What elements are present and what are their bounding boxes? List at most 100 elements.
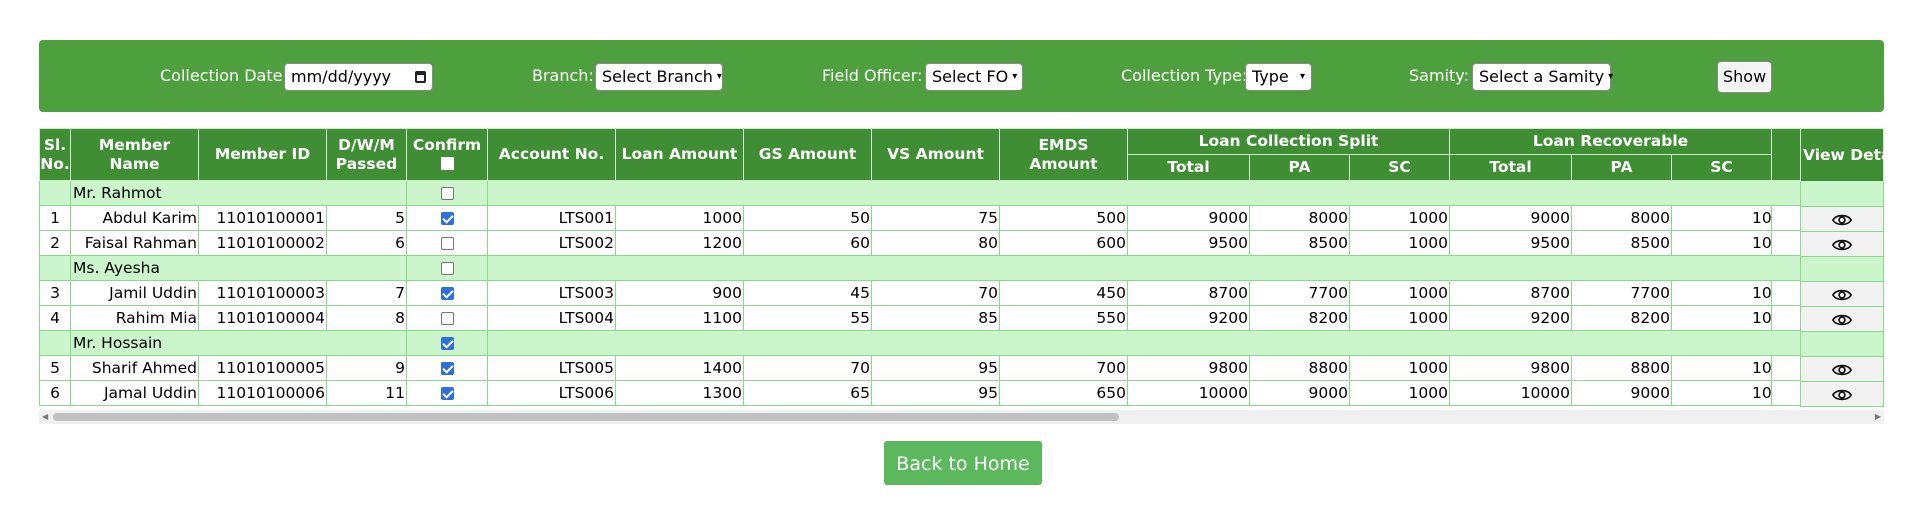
row-confirm-checkbox[interactable] <box>440 387 454 400</box>
row-passed: 8 <box>326 305 407 331</box>
row-passed: 6 <box>326 230 407 256</box>
row-emds-amount: 650 <box>999 380 1128 406</box>
view-details-button[interactable] <box>1800 381 1884 407</box>
row-vs-amount: 70 <box>871 280 1000 306</box>
row-member-id: 11010100002 <box>198 230 327 256</box>
view-row <box>1800 306 1884 332</box>
table-body: Mr. Rahmot 1 Abdul Karim 11010100001 5 LTS001… <box>39 180 1884 406</box>
group-spacer <box>39 255 71 281</box>
row-split-pa: 8800 <box>1249 355 1350 381</box>
col-group-collection-split: Loan Collection Split <box>1127 128 1450 155</box>
row-split-pa: 9000 <box>1249 380 1350 406</box>
row-gs-amount: 50 <box>743 205 872 231</box>
horizontal-scrollbar[interactable]: ◀ ▶ <box>39 410 1884 424</box>
row-rec-sc: 100 <box>1670 230 1773 256</box>
row-account-no: LTS001 <box>487 205 616 231</box>
view-details-body <box>1800 181 1884 407</box>
samity-select[interactable]: Select a Samity ▾ <box>1472 63 1613 91</box>
show-button[interactable]: Show <box>1717 61 1773 93</box>
row-gs-amount: 55 <box>743 305 872 331</box>
row-confirm-checkbox[interactable] <box>440 287 454 300</box>
view-details-button[interactable] <box>1800 281 1884 307</box>
row-rec-total: 10000 <box>1449 380 1572 406</box>
row-rec-pa: 8000 <box>1571 205 1672 231</box>
group-row: Mr. Rahmot <box>39 180 1884 206</box>
col-emds-amount: EMDS Amount <box>999 128 1128 181</box>
view-details-button[interactable] <box>1800 306 1884 332</box>
row-split-sc: 1000 <box>1349 355 1450 381</box>
collection-type-select[interactable]: Type ▾ <box>1245 63 1312 91</box>
row-confirm-checkbox[interactable] <box>440 212 454 225</box>
row-sl: 5 <box>39 355 71 381</box>
row-sl: 6 <box>39 380 71 406</box>
row-vs-amount: 95 <box>871 355 1000 381</box>
back-to-home-button[interactable]: Back to Home <box>884 441 1042 485</box>
row-member-name: Sharif Ahmed <box>70 355 199 381</box>
row-confirm-checkbox[interactable] <box>440 312 454 325</box>
row-confirm-checkbox[interactable] <box>440 362 454 375</box>
view-group-row <box>1800 331 1884 357</box>
row-emds-amount: 550 <box>999 305 1128 331</box>
eye-icon <box>1832 289 1852 300</box>
group-confirm-checkbox[interactable] <box>440 262 454 275</box>
field-officer-select[interactable]: Select FO ▾ <box>925 63 1023 91</box>
chevron-down-icon: ▾ <box>716 71 722 82</box>
row-emds-amount: 450 <box>999 280 1128 306</box>
view-details-button[interactable] <box>1800 231 1884 257</box>
eye-icon <box>1832 389 1852 400</box>
row-loan-amount: 1300 <box>615 380 744 406</box>
col-rec-sc: SC <box>1670 154 1773 181</box>
confirm-all-checkbox[interactable] <box>440 156 454 170</box>
view-row <box>1800 281 1884 307</box>
row-rec-sc: 100 <box>1670 205 1773 231</box>
row-confirm-cell <box>406 280 488 306</box>
col-gs-amount: GS Amount <box>743 128 872 181</box>
samity-label: Samity: <box>1409 66 1469 85</box>
col-member-id: Member ID <box>198 128 327 181</box>
row-loan-amount: 900 <box>615 280 744 306</box>
collection-table: Sl. No. Member Name Member ID D/W/M Pass… <box>39 128 1884 406</box>
row-member-name: Rahim Mia <box>70 305 199 331</box>
row-gs-amount: 65 <box>743 380 872 406</box>
collection-date-input[interactable]: mm/dd/yyyy <box>284 63 433 91</box>
row-account-no: LTS004 <box>487 305 616 331</box>
scrollbar-thumb[interactable] <box>53 413 1119 421</box>
calendar-icon[interactable] <box>415 71 426 83</box>
group-confirm-checkbox[interactable] <box>440 337 454 350</box>
scroll-right-icon[interactable]: ▶ <box>1875 412 1881 421</box>
row-split-pa: 7700 <box>1249 280 1350 306</box>
row-sl: 3 <box>39 280 71 306</box>
row-account-no: LTS005 <box>487 355 616 381</box>
row-vs-amount: 85 <box>871 305 1000 331</box>
row-passed: 5 <box>326 205 407 231</box>
group-name: Ms. Ayesha <box>70 255 407 281</box>
view-details-button[interactable] <box>1800 356 1884 382</box>
row-member-name: Jamal Uddin <box>70 380 199 406</box>
view-row <box>1800 206 1884 232</box>
collection-date-label: Collection Date: <box>160 66 288 85</box>
col-group-recoverable: Loan Recoverable <box>1448 128 1773 155</box>
group-confirm-checkbox[interactable] <box>440 187 454 200</box>
group-confirm-cell <box>406 180 488 206</box>
row-rec-pa: 8800 <box>1571 355 1672 381</box>
view-group-spacer <box>1800 181 1884 207</box>
col-split-sc: SC <box>1349 154 1450 181</box>
row-passed: 11 <box>326 380 407 406</box>
group-spacer <box>39 180 71 206</box>
group-confirm-cell <box>406 330 488 356</box>
group-fill <box>486 180 1884 206</box>
scroll-left-icon[interactable]: ◀ <box>42 412 48 421</box>
chevron-down-icon: ▾ <box>1299 71 1305 82</box>
group-fill <box>486 255 1884 281</box>
row-emds-amount: 600 <box>999 230 1128 256</box>
row-sl: 1 <box>39 205 71 231</box>
row-gs-amount: 60 <box>743 230 872 256</box>
row-split-pa: 8500 <box>1249 230 1350 256</box>
row-confirm-checkbox[interactable] <box>440 237 454 250</box>
table-row: 5 Sharif Ahmed 11010100005 9 LTS005 1400 70 95 7… <box>39 355 1884 381</box>
branch-select[interactable]: Select Branch ▾ <box>595 63 723 91</box>
row-rec-pa: 8500 <box>1571 230 1672 256</box>
view-details-button[interactable] <box>1800 206 1884 232</box>
row-rec-pa: 8200 <box>1571 305 1672 331</box>
row-rec-sc: 100 <box>1670 355 1773 381</box>
